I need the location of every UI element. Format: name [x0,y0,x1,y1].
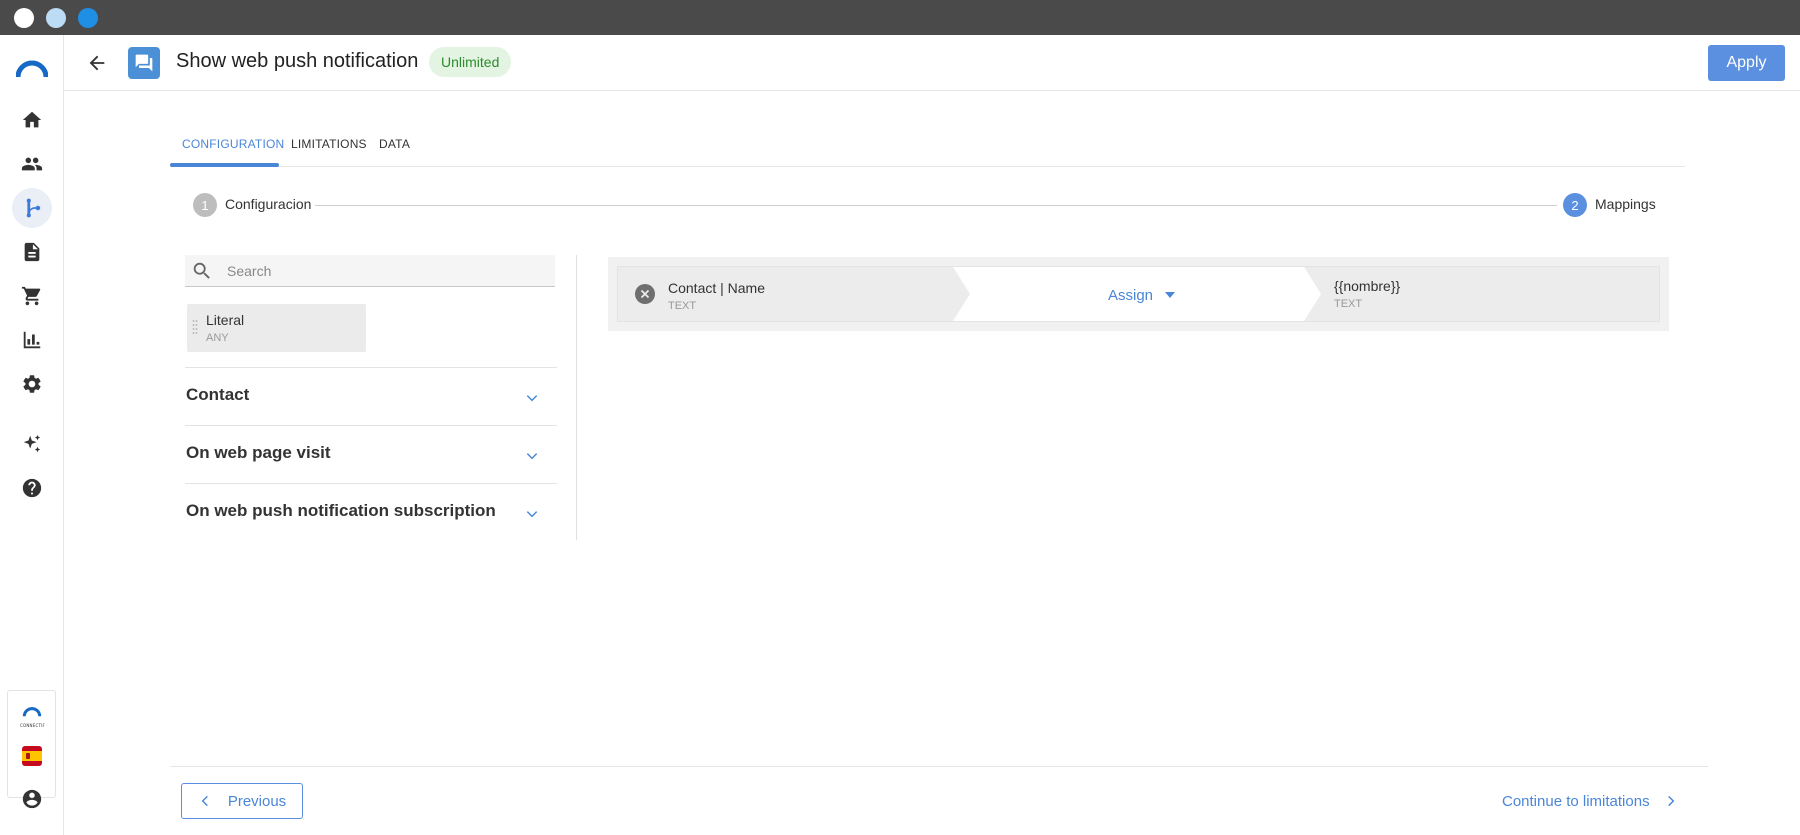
step-2-number[interactable]: 2 [1563,193,1587,217]
company-logo: CONNECTIF [20,705,45,728]
sidebar-item-help[interactable] [12,468,52,508]
search-box [185,255,555,287]
accordion-web-push-subscription-title: On web push notification subscription [186,501,496,520]
panel-divider [576,255,577,540]
tab-limitations[interactable]: LIMITATIONS [291,137,367,151]
connectif-logo-icon [22,707,42,717]
account-icon [22,789,42,809]
mapping-area: Contact | Name TEXT Assign {{nombre}} TE… [608,257,1669,331]
sidebar: CONNECTIF [0,35,64,835]
window-minimize-button[interactable] [46,8,66,28]
chat-icon [135,54,153,72]
active-tab-indicator [170,163,279,167]
assign-dropdown[interactable]: Assign [1108,283,1176,307]
assign-dropdown-label: Assign [1108,286,1154,304]
accordion-web-page-visit-title: On web page visit [186,443,331,462]
tab-bar: CONFIGURATION LIMITATIONS DATA [170,125,1685,167]
fields-panel: Literal ANY Contact On web page visit On… [185,255,557,540]
search-icon [193,262,210,279]
chevron-left-icon [201,795,208,807]
help-icon [22,478,42,498]
page-title: Show web push notification [176,50,419,72]
footer-divider [170,766,1708,767]
web-push-action-icon [128,47,160,79]
remove-mapping-icon[interactable] [635,284,655,304]
step-1-label[interactable]: Configuracion [225,196,311,212]
previous-button[interactable]: Previous [181,783,303,819]
drag-handle-icon[interactable] [192,319,198,337]
stepper-connector [315,205,1557,206]
search-input[interactable] [227,255,547,286]
caret-down-icon [1165,292,1176,298]
continue-button[interactable]: Continue to limitations [1502,783,1678,819]
literal-field-type: ANY [206,332,229,344]
cart-icon [21,286,41,306]
connectif-logo-icon [16,60,48,78]
sparkle-icon [23,434,41,453]
window-close-button[interactable] [14,8,34,28]
step-1-number[interactable]: 1 [193,193,217,217]
sidebar-item-contacts[interactable] [12,144,52,184]
sidebar-item-account[interactable] [12,779,52,819]
mapping-row: Contact | Name TEXT Assign {{nombre}} TE… [617,266,1660,322]
mapping-target: {{nombre}} TEXT [1304,267,1659,321]
chevron-down-icon [526,395,538,402]
sidebar-item-ai[interactable] [12,424,52,464]
window-maximize-button[interactable] [78,8,98,28]
gear-icon [23,375,41,393]
page-header: Show web push notification Unlimited App… [64,35,1800,91]
mapping-target-name: {{nombre}} [1334,278,1401,294]
tab-configuration[interactable]: CONFIGURATION [182,137,284,151]
home-icon [22,111,42,128]
accordion-web-push-subscription[interactable]: On web push notification subscription [185,483,557,541]
accordion-contact-title: Contact [186,385,250,404]
document-icon [24,242,40,262]
accordion-web-page-visit[interactable]: On web page visit [185,425,557,483]
sidebar-item-content[interactable] [12,232,52,272]
arrow-back-icon [89,55,105,71]
chevron-down-icon [526,511,538,518]
mapping-target-type: TEXT [1334,298,1363,310]
back-button[interactable] [84,50,110,76]
close-icon [640,289,650,299]
sidebar-item-home[interactable] [12,100,52,140]
mapping-source-name: Contact | Name [668,280,766,296]
stepper: 1 Configuracion 2 Mappings [193,193,1656,217]
app-logo[interactable] [12,49,52,89]
bar-chart-icon [23,331,41,349]
status-badge: Unlimited [429,47,512,77]
literal-field-name: Literal [206,312,245,328]
people-icon [21,157,43,171]
tab-data[interactable]: DATA [379,137,410,151]
flow-icon [26,198,41,218]
mapping-source-type: TEXT [668,300,697,312]
sidebar-item-store[interactable] [12,276,52,316]
previous-button-label: Previous [227,792,287,810]
window-titlebar [0,0,1800,35]
company-logo-text: CONNECTIF [20,723,45,728]
sidebar-item-reports[interactable] [12,320,52,360]
chevron-down-icon [526,453,538,460]
sidebar-item-workflows[interactable] [12,188,52,228]
apply-button[interactable]: Apply [1708,45,1785,81]
spain-flag-icon[interactable] [22,746,42,766]
mapping-source: Contact | Name TEXT [618,267,970,321]
accordion-contact[interactable]: Contact [185,367,557,425]
sidebar-item-settings[interactable] [12,364,52,404]
literal-field-card[interactable]: Literal ANY [187,304,366,352]
chevron-right-icon [1667,795,1674,807]
continue-button-label: Continue to limitations [1502,792,1650,810]
step-2-label[interactable]: Mappings [1595,196,1656,212]
